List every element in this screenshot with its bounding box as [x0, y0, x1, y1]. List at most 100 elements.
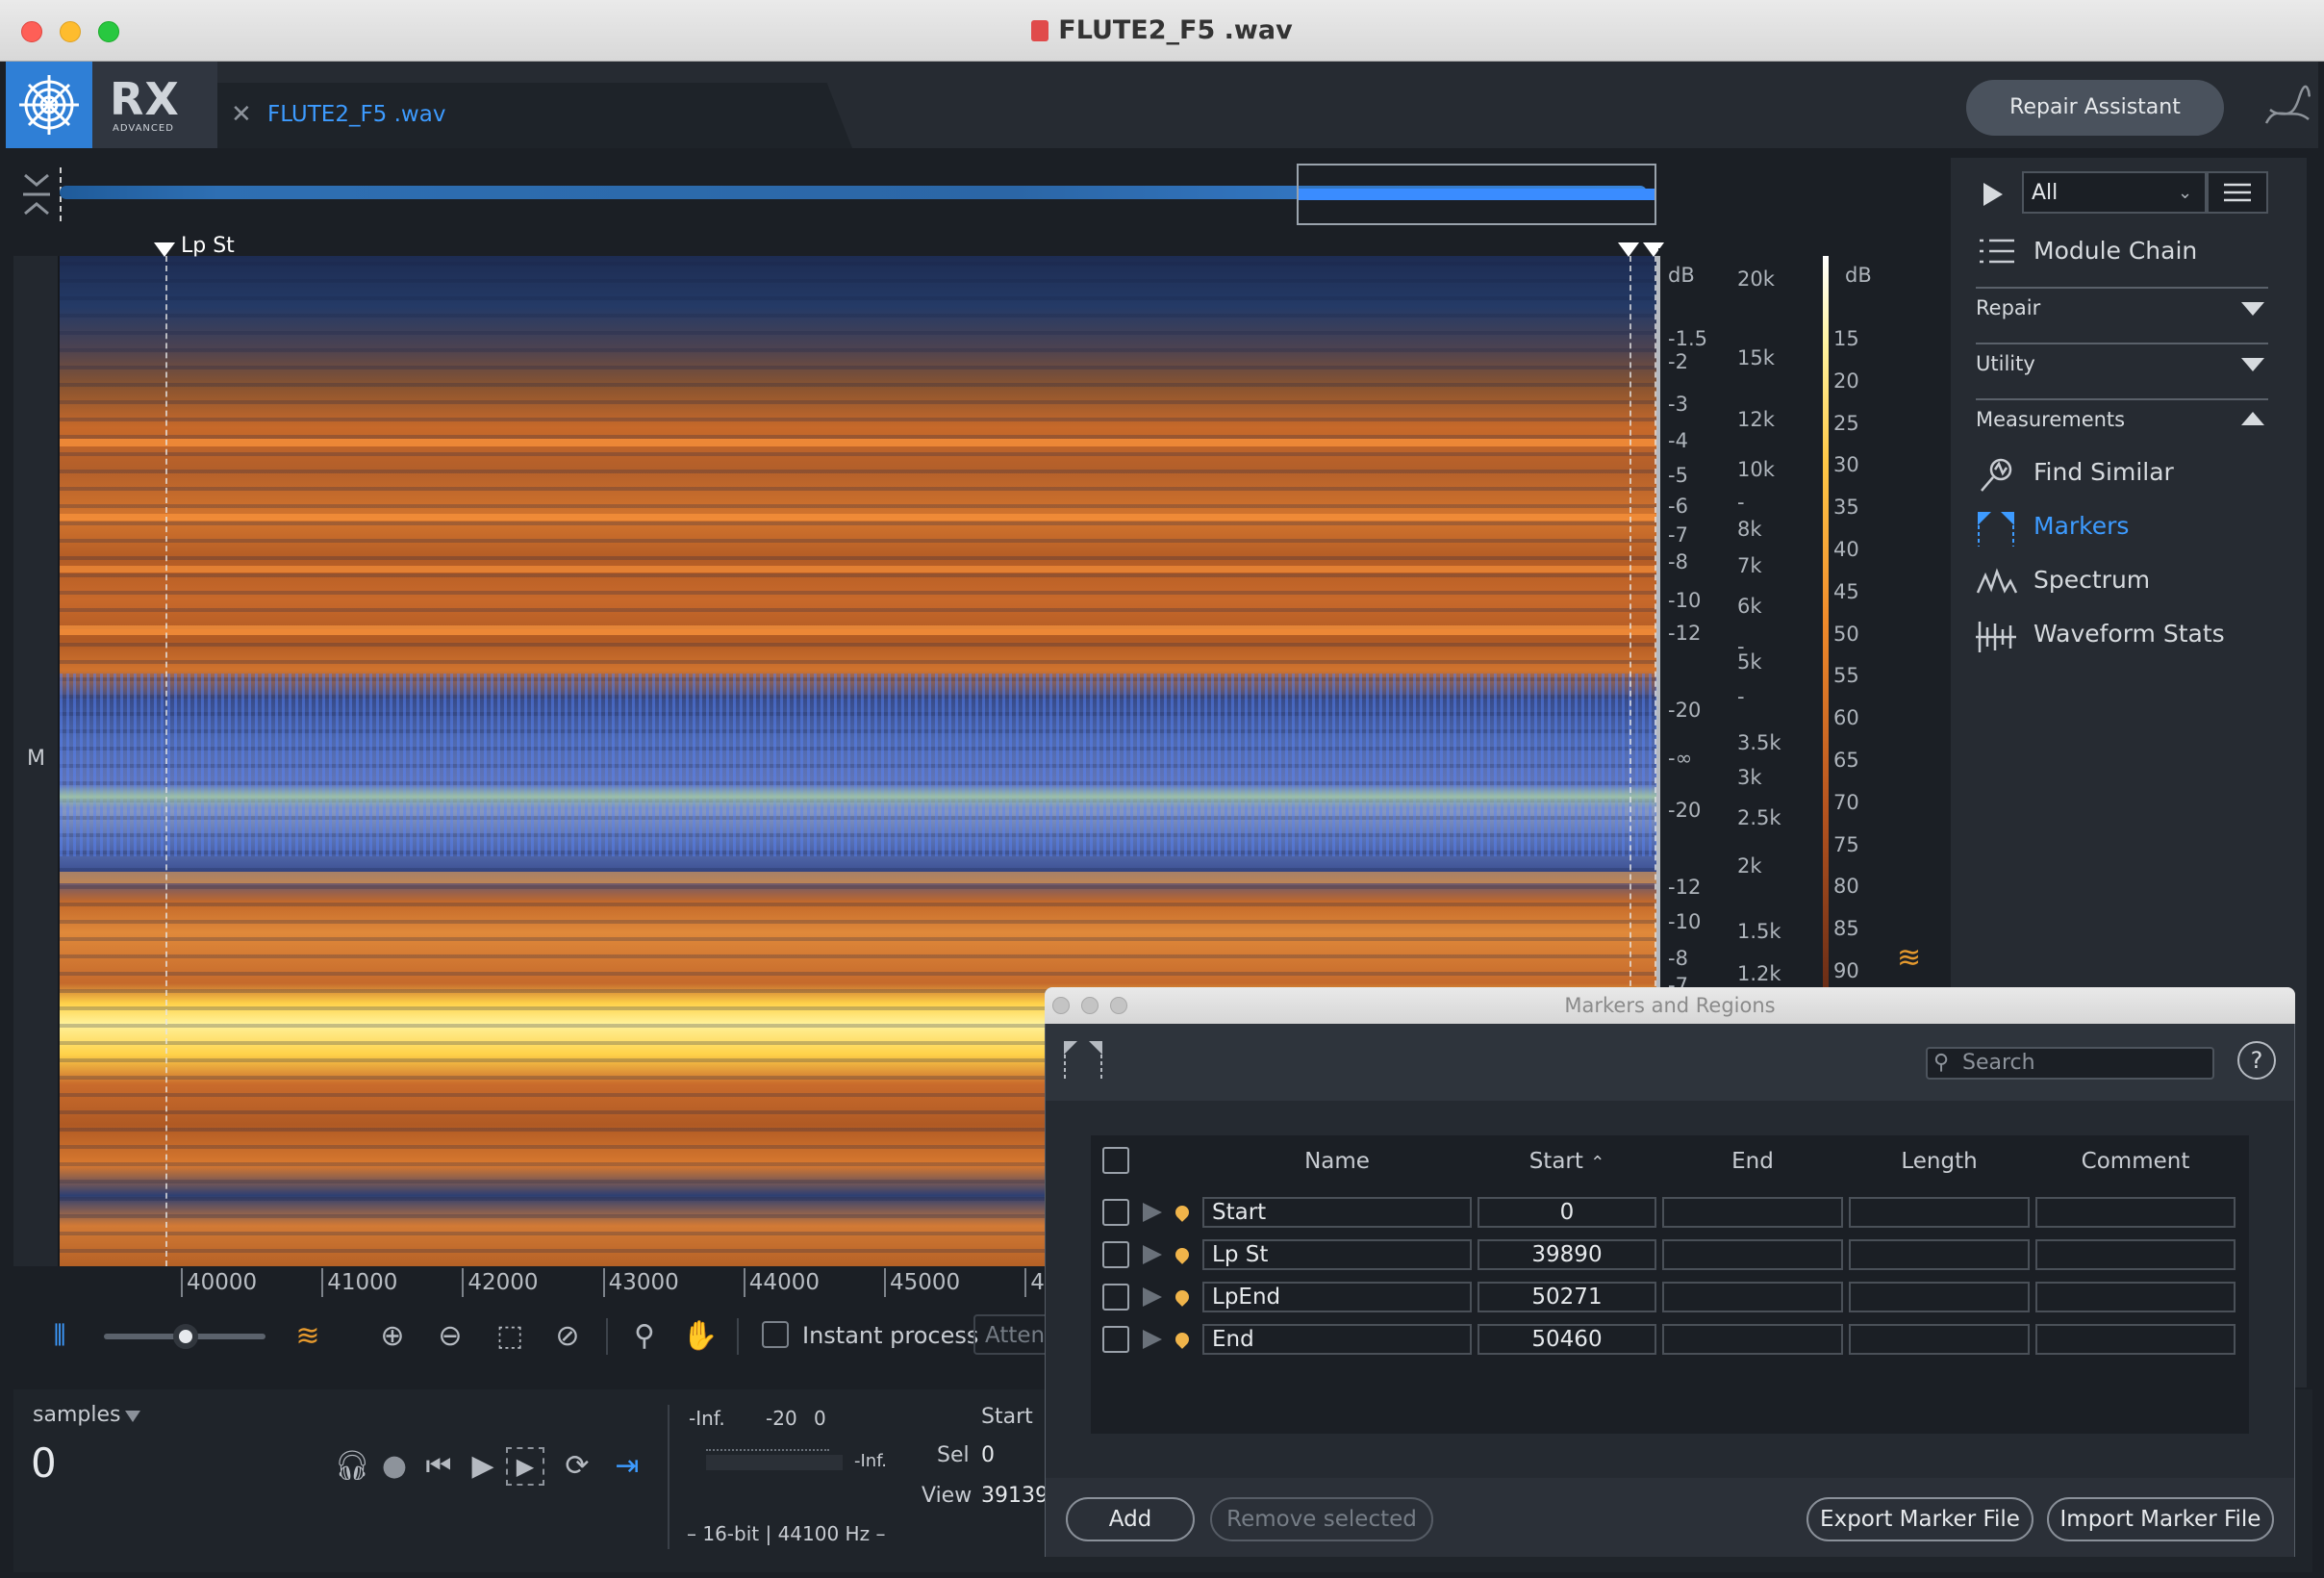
module-chain-icon	[1976, 235, 2018, 269]
play-marker-icon[interactable]	[1143, 1287, 1162, 1307]
marker-line-lp-st[interactable]	[165, 256, 167, 1266]
marker-start-field[interactable]: 50460	[1478, 1324, 1656, 1355]
section-utility[interactable]: Utility	[1976, 343, 2268, 381]
selection-label: Sel	[937, 1443, 970, 1467]
zoom-selection-icon[interactable]: ⬚	[489, 1315, 531, 1358]
colorbar-tick-label: 85	[1833, 917, 1859, 941]
harmonic-band	[60, 625, 1658, 635]
marker-end-field[interactable]	[1662, 1324, 1843, 1355]
zoom-out-icon[interactable]: ⊖	[429, 1315, 471, 1358]
marker-row-checkbox[interactable]	[1102, 1199, 1129, 1226]
izotope-logo[interactable]	[6, 62, 92, 148]
export-marker-file-button[interactable]: Export Marker File	[1806, 1497, 2034, 1541]
marker-name-field[interactable]: End	[1202, 1324, 1472, 1355]
marker-length-field[interactable]	[1849, 1324, 2030, 1355]
file-tab-label[interactable]: FLUTE2_F5 .wav	[267, 102, 445, 127]
zoom-fit-icon[interactable]: ⊘	[546, 1315, 589, 1358]
zoom-tool-icon[interactable]: ⚲	[623, 1315, 666, 1358]
column-header-start[interactable]: Start ⌃	[1478, 1149, 1656, 1174]
time-tick	[462, 1268, 465, 1297]
marker-name-field[interactable]: LpEnd	[1202, 1282, 1472, 1312]
time-units-select[interactable]: samples	[33, 1403, 120, 1427]
preview-play-icon[interactable]	[1983, 183, 2003, 206]
section-measurements[interactable]: Measurements	[1976, 398, 2268, 437]
marker-end-field[interactable]	[1662, 1239, 1843, 1270]
play-selection-button[interactable]: ▶︎	[506, 1447, 544, 1486]
chevron-down-icon[interactable]	[125, 1411, 140, 1422]
colorbar-tick-label: 55	[1833, 664, 1859, 688]
go-to-start-button[interactable]: ⏮︎	[417, 1445, 460, 1488]
hand-tool-icon[interactable]: ✋	[679, 1315, 721, 1358]
play-marker-icon[interactable]	[1143, 1245, 1162, 1264]
marker-length-field[interactable]	[1849, 1282, 2030, 1312]
waveform-view-icon[interactable]: ⫴	[38, 1315, 81, 1358]
marker-name-field[interactable]: Start	[1202, 1197, 1472, 1228]
select-all-checkbox[interactable]	[1102, 1147, 1129, 1174]
time-tick-label: 43000	[608, 1270, 679, 1295]
dialog-zoom-button[interactable]	[1110, 997, 1127, 1014]
add-marker-button[interactable]: Add	[1066, 1497, 1195, 1541]
help-button[interactable]: ?	[2237, 1041, 2276, 1080]
column-header-length[interactable]: Length	[1849, 1149, 2030, 1174]
marker-comment-field[interactable]	[2035, 1282, 2236, 1312]
waveform-toggle-icon[interactable]: ≋	[1897, 941, 1921, 975]
marker-length-field[interactable]	[1849, 1239, 2030, 1270]
module-label: Find Similar	[2034, 458, 2174, 486]
colorbar-tick-label: 90	[1833, 959, 1859, 982]
section-repair[interactable]: Repair	[1976, 287, 2268, 325]
remove-selected-button[interactable]: Remove selected	[1210, 1497, 1433, 1541]
marker-comment-field[interactable]	[2035, 1239, 2236, 1270]
loop-button[interactable]: ⟳	[556, 1445, 598, 1488]
frequency-db-scales	[1658, 248, 1951, 983]
db-tick-label: -2	[1668, 350, 1688, 373]
spectrogram-view-icon[interactable]: ≋	[287, 1315, 329, 1358]
db-tick-label: -12	[1668, 876, 1702, 899]
marker-flag-icon[interactable]	[154, 242, 175, 257]
marker-start-field[interactable]: 0	[1478, 1197, 1656, 1228]
marker-label-lp-st[interactable]: Lp St	[181, 234, 235, 258]
marker-length-field[interactable]	[1849, 1197, 2030, 1228]
marker-row-checkbox[interactable]	[1102, 1241, 1129, 1268]
column-header-end[interactable]: End	[1662, 1149, 1843, 1174]
instant-process-checkbox[interactable]	[762, 1321, 789, 1348]
column-header-comment[interactable]: Comment	[2035, 1149, 2236, 1174]
frequency-tick-label: 3k	[1737, 766, 1762, 789]
column-header-name[interactable]: Name	[1202, 1149, 1472, 1174]
play-button[interactable]: ▶︎	[462, 1445, 504, 1488]
marker-flag-icon[interactable]	[1618, 242, 1639, 257]
repair-assistant-button[interactable]: Repair Assistant	[1966, 80, 2224, 136]
frequency-tick-label: 7k	[1737, 554, 1762, 577]
view-start-value[interactable]: 39139	[981, 1484, 1048, 1508]
record-button[interactable]: ●	[373, 1445, 416, 1488]
marker-row-checkbox[interactable]	[1102, 1284, 1129, 1311]
marker-start-field[interactable]: 50271	[1478, 1282, 1656, 1312]
time-tick	[321, 1268, 324, 1297]
marker-end-field[interactable]	[1662, 1282, 1843, 1312]
window-title: FLUTE2_F5 .wav	[0, 15, 2324, 45]
marker-row-checkbox[interactable]	[1102, 1326, 1129, 1353]
marker-search-input[interactable]: Search	[1926, 1047, 2214, 1080]
slider-knob[interactable]	[173, 1324, 198, 1349]
selection-start-value[interactable]: 0	[981, 1443, 995, 1467]
zoom-in-icon[interactable]: ⊕	[371, 1315, 414, 1358]
play-marker-icon[interactable]	[1143, 1203, 1162, 1222]
collapse-overview-icon[interactable]	[17, 165, 56, 223]
dialog-minimize-button[interactable]	[1081, 997, 1099, 1014]
import-marker-file-button[interactable]: Import Marker File	[2047, 1497, 2274, 1541]
play-marker-icon[interactable]	[1143, 1330, 1162, 1349]
marker-comment-field[interactable]	[2035, 1197, 2236, 1228]
db-tick-label: -1.5	[1668, 327, 1707, 350]
close-tab-icon[interactable]: ✕	[231, 100, 252, 129]
db-tick-label: -7	[1668, 523, 1688, 547]
follow-playhead-button[interactable]: ⇥	[606, 1445, 648, 1488]
dialog-close-button[interactable]	[1052, 997, 1070, 1014]
headphones-icon[interactable]: 🎧︎	[331, 1445, 373, 1488]
markers-icon	[1976, 510, 2018, 547]
marker-end-field[interactable]	[1662, 1197, 1843, 1228]
module-menu-button[interactable]	[2207, 171, 2268, 214]
chevron-down-icon[interactable]: ⌄	[2178, 183, 2192, 203]
marker-name-field[interactable]: Lp St	[1202, 1239, 1472, 1270]
marker-start-field[interactable]: 39890	[1478, 1239, 1656, 1270]
marker-comment-field[interactable]	[2035, 1324, 2236, 1355]
colorbar-tick-label: 45	[1833, 579, 1859, 603]
